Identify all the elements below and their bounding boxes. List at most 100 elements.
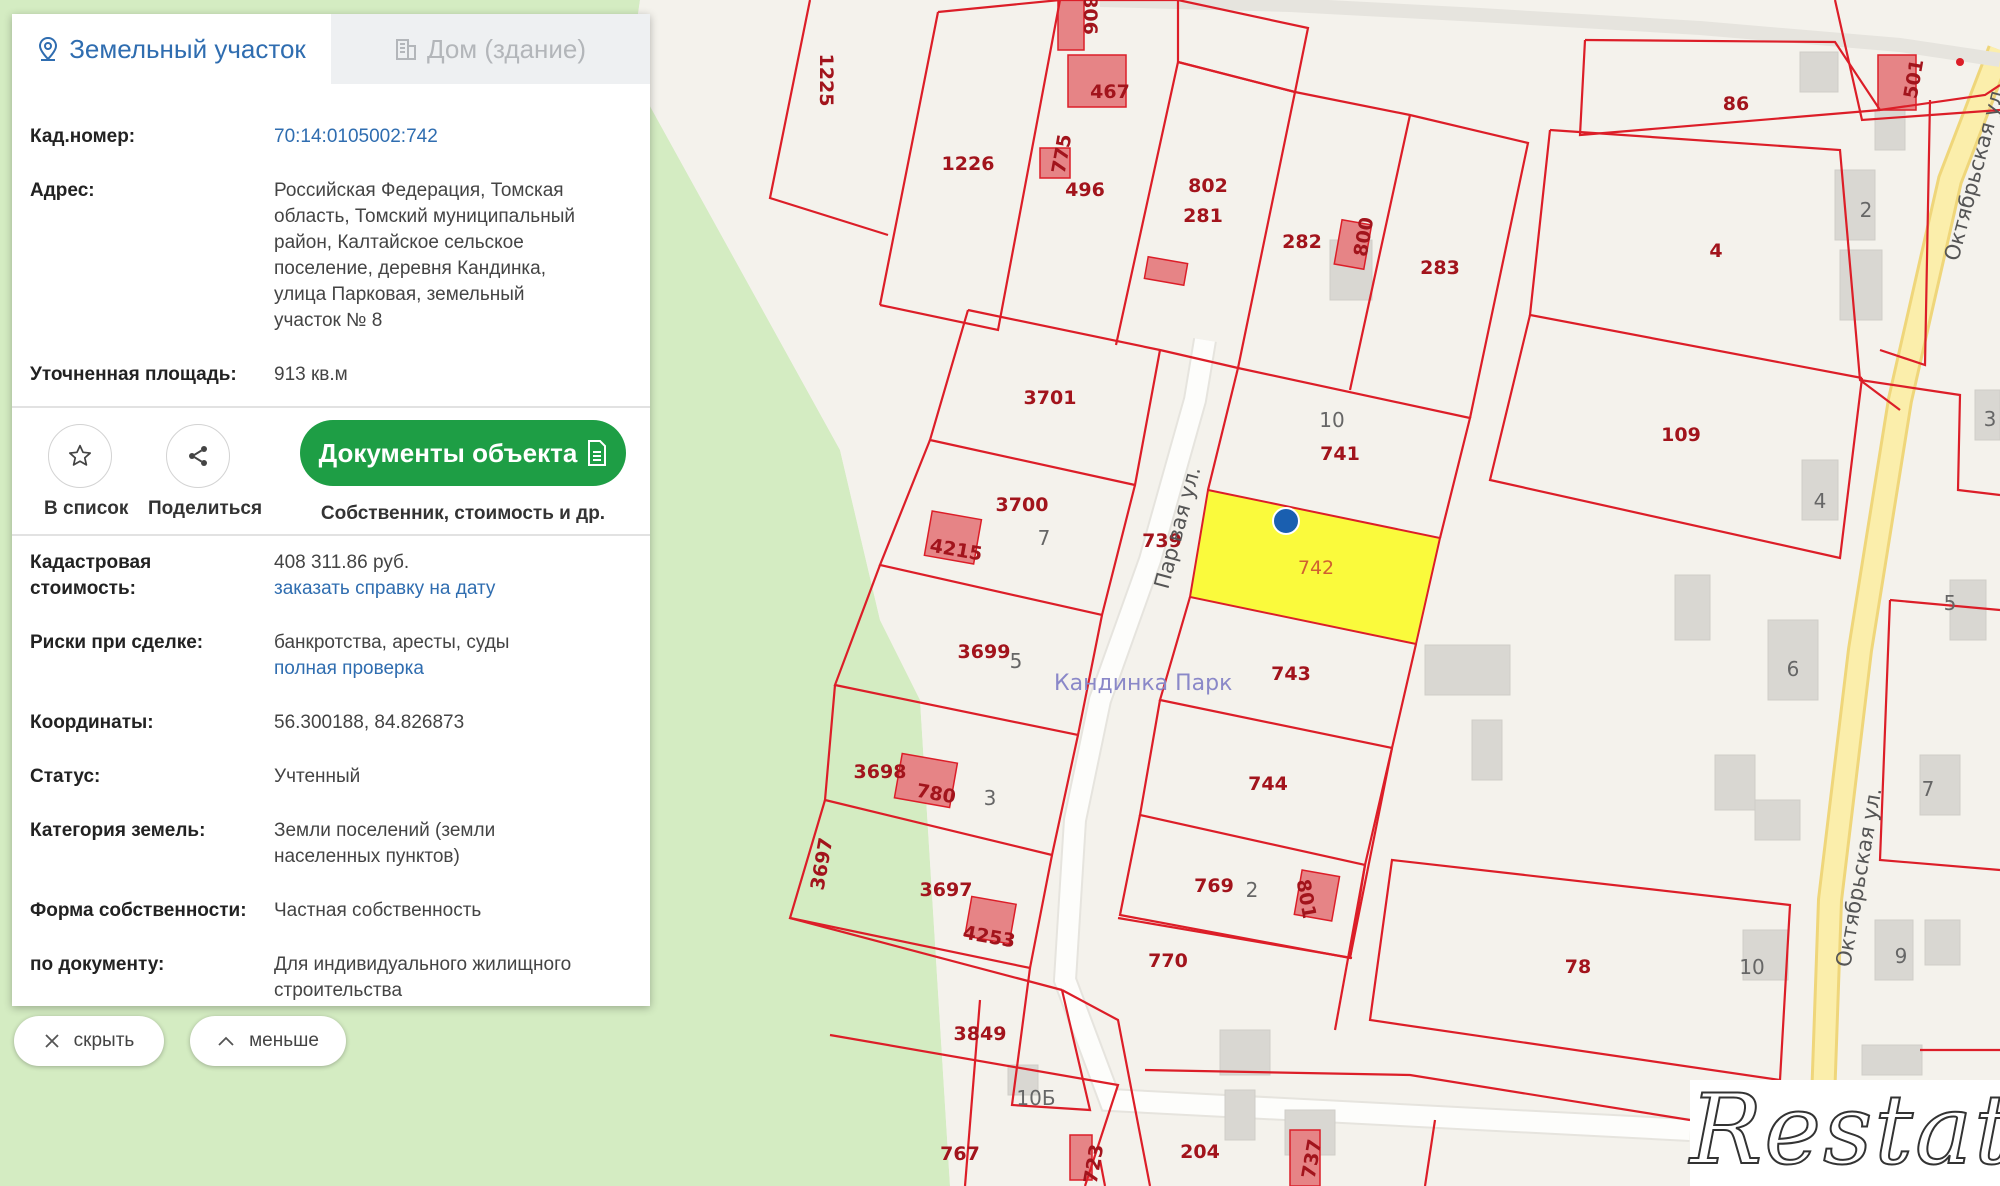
house-number-5: 5	[1944, 591, 1957, 615]
less-label: меньше	[249, 1030, 319, 1051]
object-documents-label: Документы объекта	[318, 437, 578, 468]
plot-742: 742	[1298, 557, 1334, 579]
cost-amount: 408 311.86 руб.	[274, 552, 410, 573]
plot-743: 743	[1271, 663, 1311, 685]
by-document-row: по документу: Для индивидуального жилищн…	[12, 952, 650, 1004]
cadastral-number-label: Кад.номер:	[30, 126, 136, 147]
house-5: 5	[1010, 649, 1023, 673]
land-category-label: Категория земель:	[30, 820, 206, 841]
plot-806: 806	[1079, 0, 1101, 35]
area-value: 913 кв.м	[274, 364, 348, 385]
coordinates-value: 56.300188, 84.826873	[274, 712, 465, 733]
actions-bar: В список Поделиться Документы объекта Со…	[12, 408, 650, 534]
object-documents-subtitle: Собственник, стоимость и др.	[320, 503, 606, 524]
tab-bar: Земельный участок Дом (здание)	[12, 14, 650, 84]
plot-86: 86	[1723, 93, 1749, 115]
tab-building[interactable]: Дом (здание)	[331, 14, 650, 84]
house-3: 3	[984, 786, 997, 810]
coordinates-row: Координаты: 56.300188, 84.826873	[12, 710, 650, 736]
address-line: Российская Федерация, Томская	[274, 180, 564, 201]
star-icon	[68, 444, 92, 466]
plot-282: 282	[1282, 231, 1322, 253]
house-number-6: 6	[1787, 657, 1800, 681]
by-document-label: по документу:	[30, 954, 165, 975]
cost-value: 408 311.86 руб. заказать справку на дату	[274, 550, 618, 602]
house-number-7: 7	[1922, 777, 1935, 801]
add-to-list-label: В список	[44, 498, 129, 519]
less-button[interactable]: меньше	[190, 1016, 346, 1066]
tab-land-plot-label: Земельный участок	[69, 33, 306, 64]
full-check-link[interactable]: полная проверка	[274, 656, 618, 682]
risk-text: банкротства, аресты, суды	[274, 632, 510, 653]
chevron-up-icon	[218, 1036, 234, 1046]
plot-3701: 3701	[1024, 387, 1077, 409]
house-number-2: 2	[1860, 198, 1873, 222]
coordinates-label: Координаты:	[30, 712, 154, 733]
address-line: улица Парковая, земельный	[274, 284, 525, 305]
status-value: Учтенный	[274, 766, 361, 787]
tab-building-label: Дом (здание)	[426, 33, 587, 64]
plot-3699: 3699	[958, 641, 1011, 663]
location-marker[interactable]	[1272, 507, 1300, 535]
hide-button[interactable]: скрыть	[14, 1016, 164, 1066]
by-document-value: Для индивидуального жилищного строительс…	[274, 952, 618, 1004]
plot-802: 802	[1188, 175, 1228, 197]
add-to-list-button[interactable]	[48, 424, 112, 488]
status-label: Статус:	[30, 766, 101, 787]
plot-3849: 3849	[954, 1023, 1007, 1045]
close-icon	[45, 1034, 59, 1048]
plot-741: 741	[1320, 443, 1360, 465]
house-number-10: 10	[1739, 955, 1764, 979]
area-label: Уточненная площадь:	[30, 364, 237, 385]
land-category-value: Земли поселений (земли населенных пункто…	[274, 818, 618, 870]
plot-744: 744	[1248, 773, 1288, 795]
small-marker	[1956, 58, 1964, 66]
house-number-4: 4	[1814, 489, 1827, 513]
plot-1226: 1226	[942, 153, 995, 175]
plot-78: 78	[1565, 956, 1591, 978]
ownership-row: Форма собственности: Частная собственнос…	[12, 898, 650, 924]
house-2: 2	[1246, 878, 1259, 902]
building-icon	[395, 39, 416, 60]
object-documents-button[interactable]: Документы объекта	[300, 420, 626, 486]
hide-label: скрыть	[73, 1030, 135, 1051]
cadastral-number-value[interactable]: 70:14:0105002:742	[274, 124, 618, 150]
plot-767: 767	[940, 1143, 980, 1165]
plot-770: 770	[1148, 950, 1188, 972]
plot-281: 281	[1183, 205, 1223, 227]
risk-value: банкротства, аресты, суды полная проверк…	[274, 630, 618, 682]
location-pin-icon	[39, 36, 58, 61]
land-category-row: Категория земель: Земли поселений (земли…	[12, 818, 650, 870]
address-line: участок № 8	[274, 310, 383, 331]
address-row: Адрес: Российская Федерация, Томская обл…	[12, 178, 650, 334]
plot-467: 467	[1090, 81, 1130, 103]
order-certificate-link[interactable]: заказать справку на дату	[274, 576, 618, 602]
by-document-line: Для индивидуального жилищного	[274, 954, 572, 975]
plot-3697: 3697	[920, 879, 973, 901]
by-document-line: строительства	[274, 980, 403, 1001]
land-category-line: Земли поселений (земли	[274, 820, 496, 841]
plot-283: 283	[1420, 257, 1460, 279]
document-icon	[588, 440, 607, 466]
cost-label-line: Кадастровая	[30, 552, 152, 573]
ownership-value: Частная собственность	[274, 900, 482, 921]
place-kandinka-park: Кандинка Парк	[1054, 671, 1232, 696]
plot-3698: 3698	[854, 761, 907, 783]
plot-109: 109	[1661, 424, 1701, 446]
address-value: Российская Федерация, Томская область, Т…	[274, 178, 618, 334]
house-number-3: 3	[1984, 407, 1997, 431]
plot-3700: 3700	[996, 494, 1049, 516]
address-line: район, Калтайское сельское	[274, 232, 524, 253]
house-10: 10	[1319, 408, 1344, 432]
cadastral-number-row: Кад.номер: 70:14:0105002:742	[12, 124, 650, 150]
plot-496: 496	[1065, 179, 1105, 201]
area-row: Уточненная площадь: 913 кв.м	[12, 362, 650, 388]
plot-4: 4	[1709, 240, 1722, 262]
cost-label-line: стоимость:	[30, 578, 136, 599]
share-button[interactable]	[166, 424, 230, 488]
ownership-label: Форма собственности:	[30, 900, 247, 921]
tab-land-plot[interactable]: Земельный участок	[12, 14, 331, 84]
plot-204: 204	[1180, 1141, 1220, 1163]
info-panel: Земельный участок Дом (здание) Кад.номер…	[12, 14, 650, 1006]
cost-label: Кадастровая стоимость:	[30, 550, 274, 602]
